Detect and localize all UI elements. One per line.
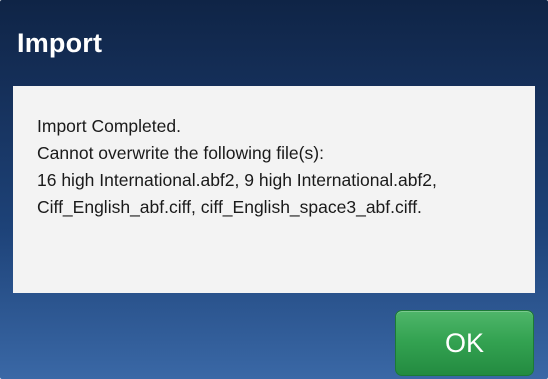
import-dialog: Import Import Completed. Cannot overwrit… xyxy=(0,0,548,379)
message-line: Import Completed. xyxy=(37,116,181,136)
message-line: 16 high International.abf2, 9 high Inter… xyxy=(37,170,437,190)
message-line: Ciff_English_abf.ciff, ciff_English_spac… xyxy=(37,197,422,217)
message-text: Import Completed. Cannot overwrite the f… xyxy=(37,113,437,221)
ok-button[interactable]: OK xyxy=(395,310,534,376)
message-line: Cannot overwrite the following file(s): xyxy=(37,143,324,163)
message-panel: Import Completed. Cannot overwrite the f… xyxy=(13,86,535,293)
dialog-title: Import xyxy=(17,28,103,58)
